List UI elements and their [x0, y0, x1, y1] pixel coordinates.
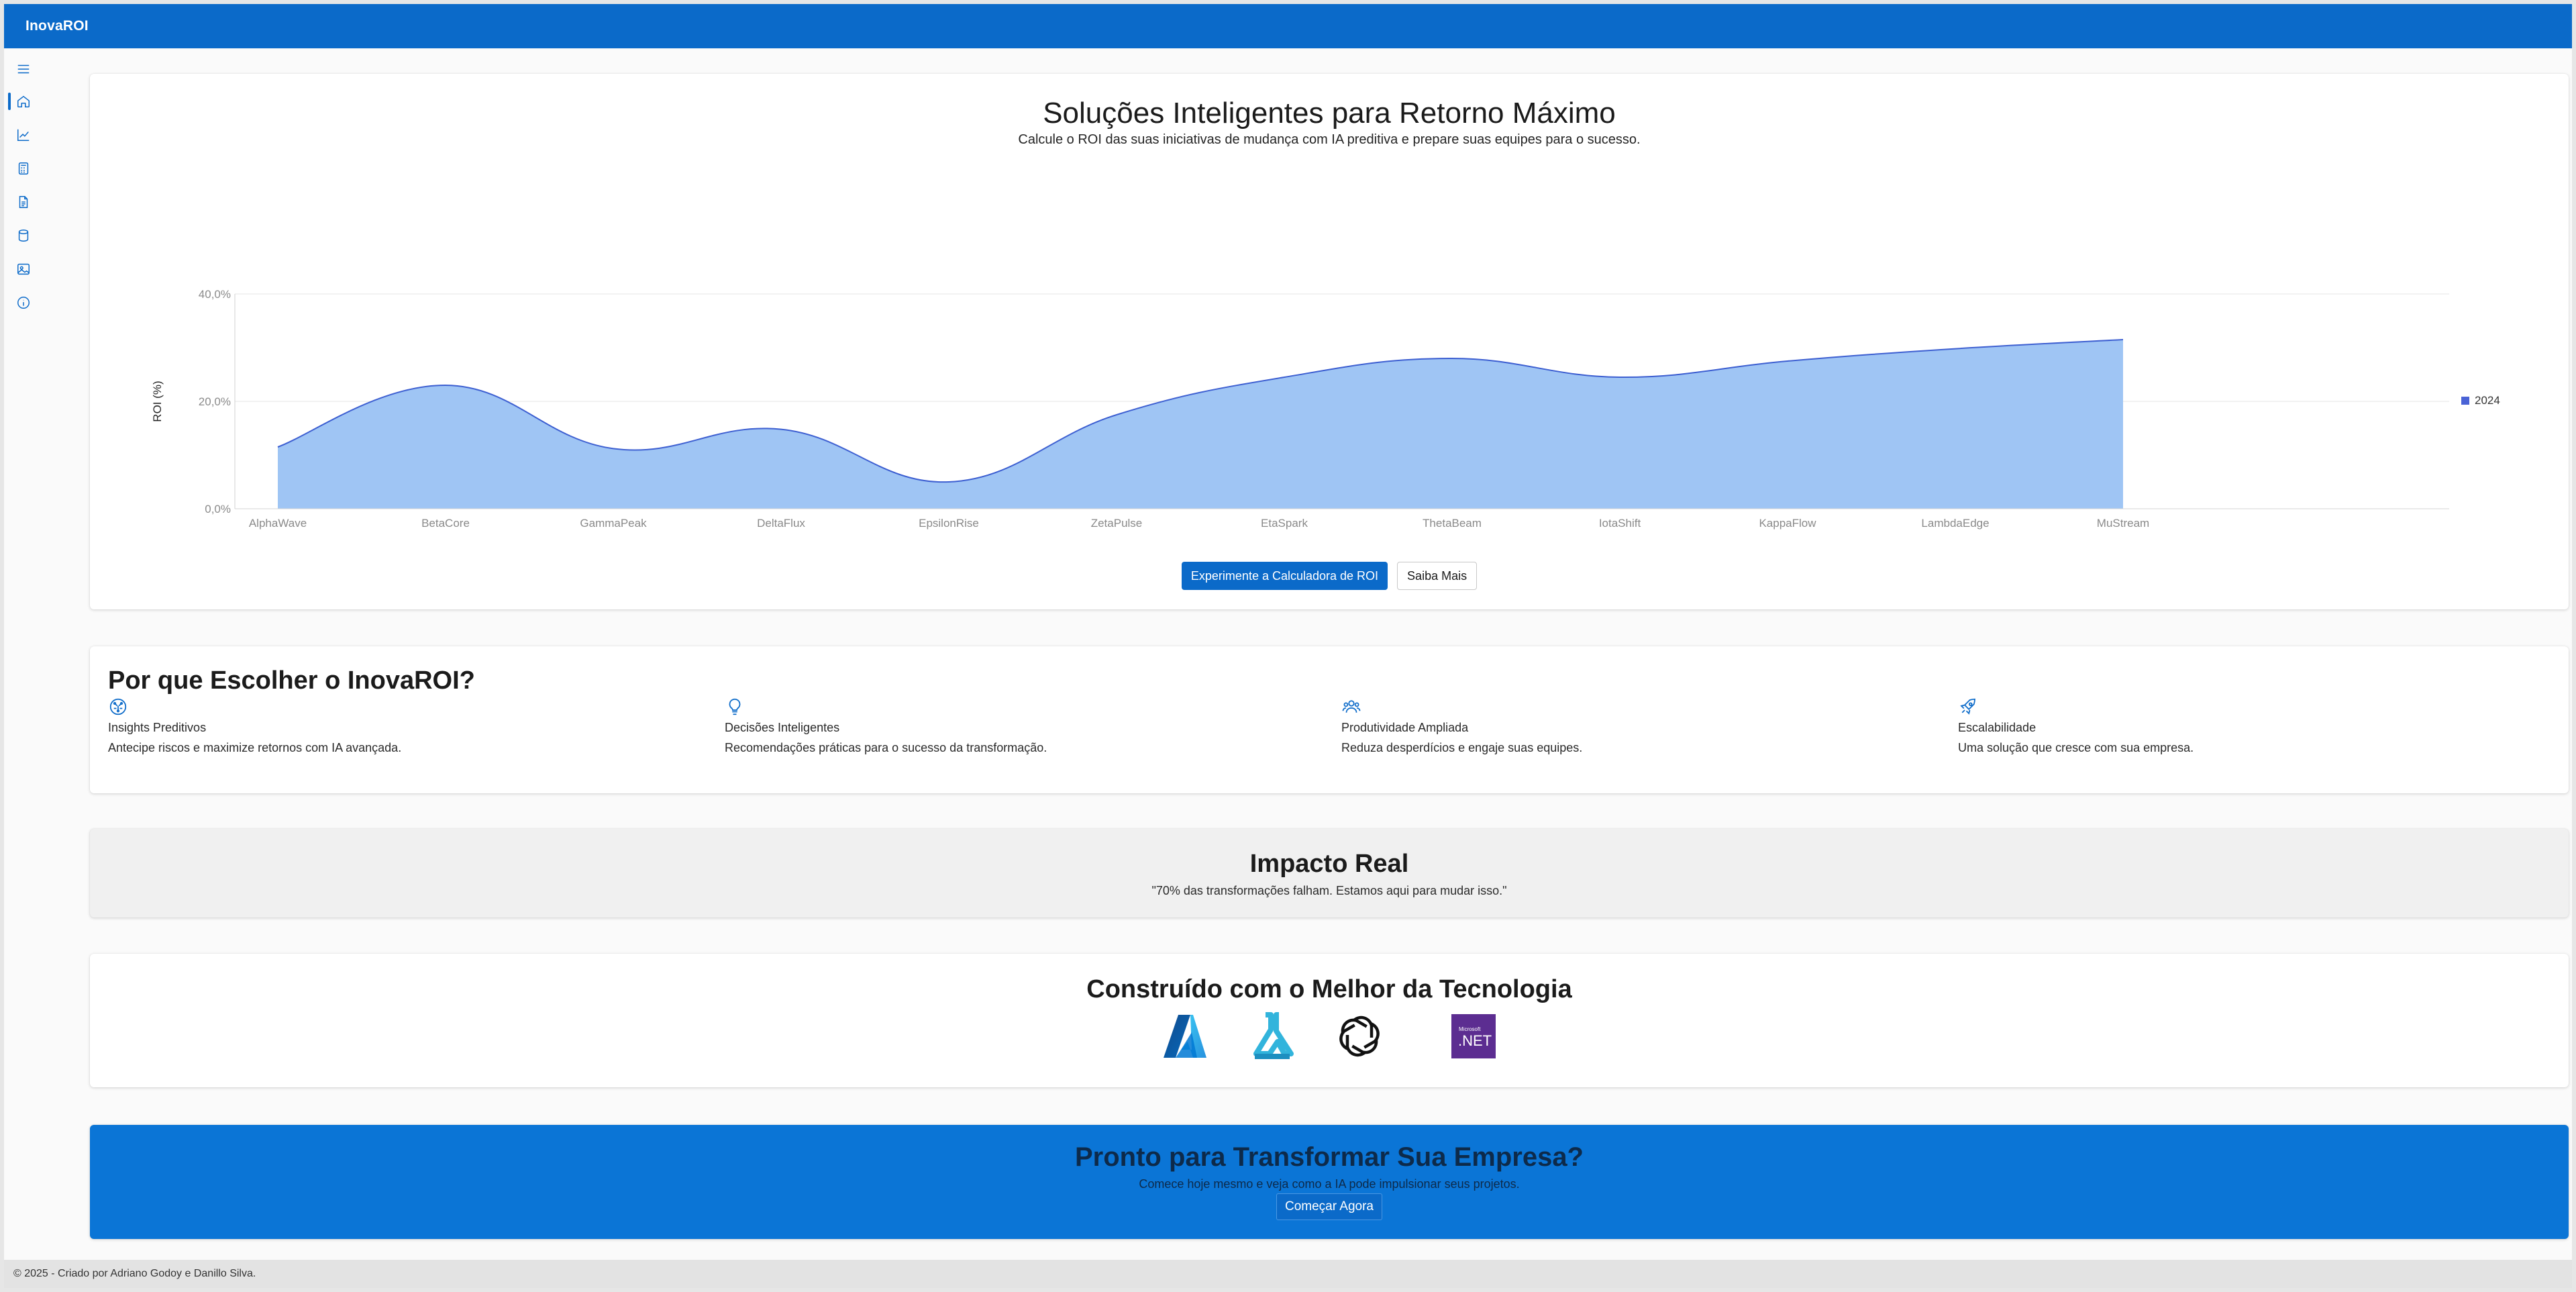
y-tick-label: 40,0%: [199, 288, 231, 301]
hero-subtitle: Calcule o ROI das suas iniciativas de mu…: [1018, 132, 1641, 147]
home-icon[interactable]: [13, 91, 34, 111]
database-icon[interactable]: [13, 226, 34, 246]
x-tick-label: AlphaWave: [249, 517, 307, 530]
x-tick-label: ZetaPulse: [1091, 517, 1143, 530]
people-icon: [1341, 697, 1361, 717]
calculator-icon[interactable]: [13, 158, 34, 179]
openai-logo-icon: [1335, 1012, 1384, 1060]
y-axis-label: ROI (%): [151, 381, 164, 421]
top-app-bar: InovaROI: [4, 4, 2572, 48]
x-tick-label: EpsilonRise: [919, 517, 979, 530]
impact-quote: "70% das transformações falham. Estamos …: [1151, 884, 1507, 897]
tech-logos: Microsoft .NET: [90, 1012, 2569, 1060]
footer: © 2025 - Criado por Adriano Godoy e Dani…: [4, 1260, 2572, 1288]
cta-subtitle: Comece hoje mesmo e veja como a IA pode …: [1139, 1177, 1520, 1191]
app-title[interactable]: InovaROI: [25, 18, 89, 34]
x-tick-label: MuStream: [2097, 517, 2149, 530]
feature-desc: Antecipe riscos e maximize retornos com …: [108, 741, 402, 754]
hero-actions: Experimente a Calculadora de ROI Saiba M…: [90, 562, 2569, 590]
feature-desc: Reduza desperdícios e engaje suas equipe…: [1341, 741, 1583, 754]
feature-predictive-insights: Insights Preditivos Antecipe riscos e ma…: [108, 697, 712, 755]
dotnet-text: .NET: [1458, 1032, 1492, 1049]
dotnet-logo-icon: Microsoft .NET: [1449, 1012, 1498, 1060]
legend-label: 2024: [2475, 394, 2500, 407]
series-area-2024: [278, 340, 2123, 509]
dotnet-microsoft-text: Microsoft: [1459, 1026, 1481, 1032]
document-icon[interactable]: [13, 192, 34, 212]
hero-card: Soluções Inteligentes para Retorno Máxim…: [90, 74, 2569, 609]
x-tick-label: BetaCore: [421, 517, 470, 530]
chart-svg: 0,0% 20,0% 40,0% ROI (%) AlphaWave BetaCore Ga…: [151, 288, 2449, 530]
feature-smart-decisions: Decisões Inteligentes Recomendações prát…: [725, 697, 1329, 755]
y-tick-label: 20,0%: [199, 395, 231, 408]
active-indicator: [8, 93, 11, 110]
x-tick-label: ThetaBeam: [1423, 517, 1482, 530]
footer-text: © 2025 - Criado por Adriano Godoy e Dani…: [13, 1268, 256, 1279]
feature-desc: Uma solução que cresce com sua empresa.: [1958, 741, 2194, 754]
y-tick-label: 0,0%: [205, 503, 231, 515]
feature-title: Escalabilidade: [1958, 721, 2037, 734]
x-tick-label: DeltaFlux: [757, 517, 805, 530]
cta-actions: Começar Agora: [90, 1193, 2569, 1220]
legend-swatch: [2461, 397, 2469, 405]
feature-productivity: Produtividade Ampliada Reduza desperdíci…: [1341, 697, 1945, 755]
roi-calculator-button[interactable]: Experimente a Calculadora de ROI: [1181, 562, 1388, 590]
azure-ml-flask-icon: [1248, 1012, 1296, 1060]
x-tick-label: LambdaEdge: [1921, 517, 1989, 530]
x-tick-label: GammaPeak: [580, 517, 647, 530]
cta-card: Pronto para Transformar Sua Empresa? Com…: [90, 1125, 2569, 1239]
info-icon[interactable]: [13, 293, 34, 313]
feature-scalability: Escalabilidade Uma solução que cresce co…: [1958, 697, 2562, 755]
tech-card: Construído com o Melhor da Tecnologia Mi…: [90, 954, 2569, 1087]
tech-title: Construído com o Melhor da Tecnologia: [1086, 975, 1572, 1003]
lightbulb-icon: [725, 697, 745, 717]
side-nav-rail: [4, 48, 43, 1260]
x-tick-label: KappaFlow: [1759, 517, 1816, 530]
x-tick-label: EtaSpark: [1261, 517, 1308, 530]
hamburger-menu-icon[interactable]: [13, 59, 34, 79]
rocket-icon: [1958, 697, 1978, 717]
feature-title: Insights Preditivos: [108, 721, 207, 734]
learn-more-button[interactable]: Saiba Mais: [1397, 562, 1478, 590]
image-icon[interactable]: [13, 259, 34, 279]
roi-area-chart: 0,0% 20,0% 40,0% ROI (%) AlphaWave BetaCore Ga…: [90, 195, 2569, 544]
why-title: Por que Escolher o InovaROI?: [108, 666, 475, 695]
brain-circuit-icon: [108, 697, 128, 717]
impact-card: Impacto Real "70% das transformações fal…: [90, 829, 2569, 917]
line-chart-icon[interactable]: [13, 125, 34, 145]
impact-title: Impacto Real: [1249, 850, 1409, 878]
start-now-button[interactable]: Começar Agora: [1276, 1193, 1382, 1220]
feature-title: Produtividade Ampliada: [1341, 721, 1469, 734]
azure-logo-icon: [1161, 1012, 1209, 1060]
chart-legend[interactable]: 2024: [2461, 394, 2500, 407]
why-choose-card: Por que Escolher o InovaROI? Insights Pr…: [90, 646, 2569, 793]
x-tick-label: IotaShift: [1599, 517, 1641, 530]
feature-desc: Recomendações práticas para o sucesso da…: [725, 741, 1047, 754]
feature-title: Decisões Inteligentes: [725, 721, 840, 734]
hero-title: Soluções Inteligentes para Retorno Máxim…: [1043, 97, 1616, 130]
cta-title: Pronto para Transformar Sua Empresa?: [1074, 1142, 1584, 1172]
